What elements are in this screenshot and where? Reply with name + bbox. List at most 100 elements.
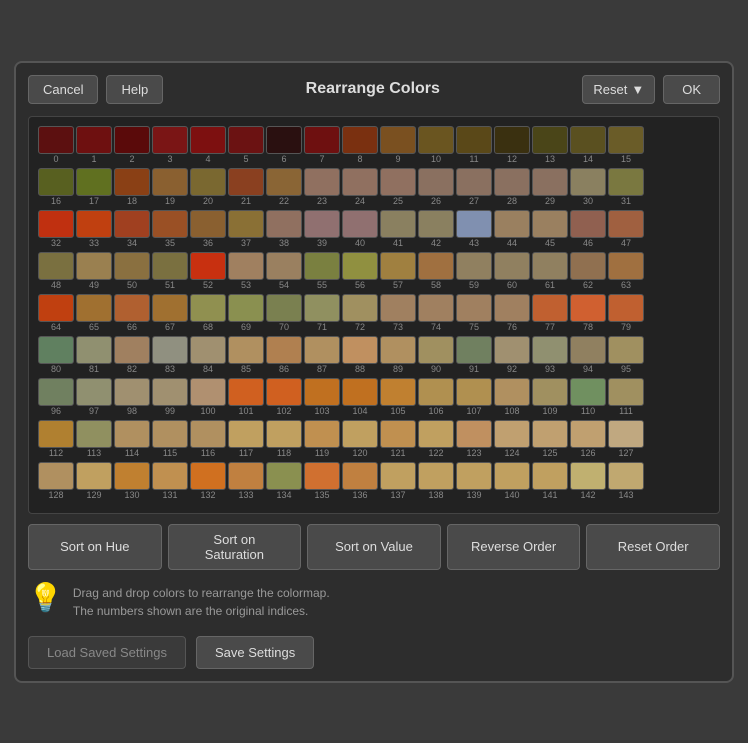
color-cell[interactable]: 99 <box>152 378 188 416</box>
color-cell[interactable]: 113 <box>76 420 112 458</box>
color-cell[interactable]: 112 <box>38 420 74 458</box>
color-cell[interactable]: 119 <box>304 420 340 458</box>
color-cell[interactable]: 4 <box>190 126 226 164</box>
color-cell[interactable]: 125 <box>532 420 568 458</box>
color-cell[interactable]: 131 <box>152 462 188 500</box>
color-cell[interactable]: 13 <box>532 126 568 164</box>
load-settings-button[interactable]: Load Saved Settings <box>28 636 186 669</box>
color-cell[interactable]: 142 <box>570 462 606 500</box>
color-cell[interactable]: 23 <box>304 168 340 206</box>
color-cell[interactable]: 65 <box>76 294 112 332</box>
color-cell[interactable]: 15 <box>608 126 644 164</box>
color-cell[interactable]: 33 <box>76 210 112 248</box>
color-cell[interactable]: 51 <box>152 252 188 290</box>
color-cell[interactable]: 43 <box>456 210 492 248</box>
color-cell[interactable]: 38 <box>266 210 302 248</box>
sort-value-button[interactable]: Sort on Value <box>307 524 441 570</box>
color-cell[interactable]: 0 <box>38 126 74 164</box>
color-cell[interactable]: 126 <box>570 420 606 458</box>
color-cell[interactable]: 50 <box>114 252 150 290</box>
color-cell[interactable]: 104 <box>342 378 378 416</box>
color-cell[interactable]: 132 <box>190 462 226 500</box>
color-cell[interactable]: 60 <box>494 252 530 290</box>
color-cell[interactable]: 137 <box>380 462 416 500</box>
color-cell[interactable]: 17 <box>76 168 112 206</box>
color-cell[interactable]: 139 <box>456 462 492 500</box>
color-cell[interactable]: 140 <box>494 462 530 500</box>
color-cell[interactable]: 37 <box>228 210 264 248</box>
color-cell[interactable]: 128 <box>38 462 74 500</box>
color-cell[interactable]: 124 <box>494 420 530 458</box>
color-cell[interactable]: 57 <box>380 252 416 290</box>
color-cell[interactable]: 26 <box>418 168 454 206</box>
color-cell[interactable]: 78 <box>570 294 606 332</box>
color-cell[interactable]: 120 <box>342 420 378 458</box>
sort-hue-button[interactable]: Sort on Hue <box>28 524 162 570</box>
color-cell[interactable]: 87 <box>304 336 340 374</box>
color-cell[interactable]: 35 <box>152 210 188 248</box>
color-cell[interactable]: 111 <box>608 378 644 416</box>
color-cell[interactable]: 16 <box>38 168 74 206</box>
color-cell[interactable]: 133 <box>228 462 264 500</box>
color-cell[interactable]: 5 <box>228 126 264 164</box>
color-cell[interactable]: 19 <box>152 168 188 206</box>
color-cell[interactable]: 94 <box>570 336 606 374</box>
color-cell[interactable]: 102 <box>266 378 302 416</box>
color-cell[interactable]: 69 <box>228 294 264 332</box>
color-cell[interactable]: 90 <box>418 336 454 374</box>
color-cell[interactable]: 96 <box>38 378 74 416</box>
color-cell[interactable]: 91 <box>456 336 492 374</box>
color-cell[interactable]: 44 <box>494 210 530 248</box>
color-cell[interactable]: 122 <box>418 420 454 458</box>
color-cell[interactable]: 20 <box>190 168 226 206</box>
reset-button[interactable]: Reset ▼ <box>582 75 655 104</box>
color-cell[interactable]: 9 <box>380 126 416 164</box>
color-cell[interactable]: 79 <box>608 294 644 332</box>
color-cell[interactable]: 58 <box>418 252 454 290</box>
color-cell[interactable]: 130 <box>114 462 150 500</box>
color-cell[interactable]: 93 <box>532 336 568 374</box>
color-cell[interactable]: 12 <box>494 126 530 164</box>
color-cell[interactable]: 121 <box>380 420 416 458</box>
color-cell[interactable]: 2 <box>114 126 150 164</box>
color-cell[interactable]: 110 <box>570 378 606 416</box>
color-cell[interactable]: 53 <box>228 252 264 290</box>
color-cell[interactable]: 29 <box>532 168 568 206</box>
color-cell[interactable]: 73 <box>380 294 416 332</box>
color-cell[interactable]: 115 <box>152 420 188 458</box>
sort-saturation-button[interactable]: Sort on Saturation <box>168 524 302 570</box>
color-cell[interactable]: 138 <box>418 462 454 500</box>
color-cell[interactable]: 62 <box>570 252 606 290</box>
color-cell[interactable]: 14 <box>570 126 606 164</box>
color-cell[interactable]: 71 <box>304 294 340 332</box>
color-cell[interactable]: 59 <box>456 252 492 290</box>
color-cell[interactable]: 77 <box>532 294 568 332</box>
color-cell[interactable]: 25 <box>380 168 416 206</box>
color-cell[interactable]: 67 <box>152 294 188 332</box>
color-cell[interactable]: 84 <box>190 336 226 374</box>
color-cell[interactable]: 46 <box>570 210 606 248</box>
color-cell[interactable]: 123 <box>456 420 492 458</box>
color-cell[interactable]: 66 <box>114 294 150 332</box>
color-cell[interactable]: 30 <box>570 168 606 206</box>
color-cell[interactable]: 11 <box>456 126 492 164</box>
color-cell[interactable]: 101 <box>228 378 264 416</box>
color-cell[interactable]: 3 <box>152 126 188 164</box>
color-cell[interactable]: 92 <box>494 336 530 374</box>
save-settings-button[interactable]: Save Settings <box>196 636 314 669</box>
color-cell[interactable]: 36 <box>190 210 226 248</box>
color-cell[interactable]: 7 <box>304 126 340 164</box>
color-cell[interactable]: 10 <box>418 126 454 164</box>
color-cell[interactable]: 55 <box>304 252 340 290</box>
color-cell[interactable]: 117 <box>228 420 264 458</box>
color-cell[interactable]: 49 <box>76 252 112 290</box>
color-cell[interactable]: 76 <box>494 294 530 332</box>
color-cell[interactable]: 34 <box>114 210 150 248</box>
color-cell[interactable]: 72 <box>342 294 378 332</box>
color-cell[interactable]: 143 <box>608 462 644 500</box>
color-cell[interactable]: 32 <box>38 210 74 248</box>
color-cell[interactable]: 45 <box>532 210 568 248</box>
color-cell[interactable]: 61 <box>532 252 568 290</box>
color-cell[interactable]: 63 <box>608 252 644 290</box>
color-cell[interactable]: 42 <box>418 210 454 248</box>
